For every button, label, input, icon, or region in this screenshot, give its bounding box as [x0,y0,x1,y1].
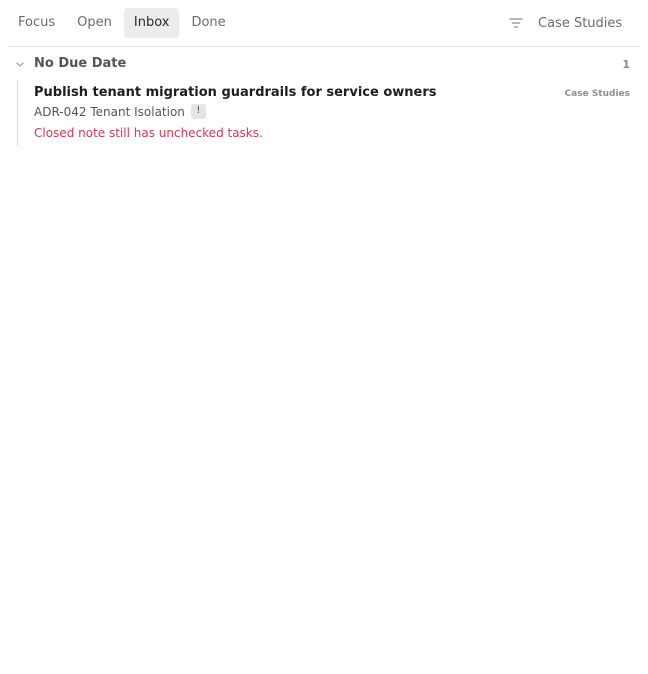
filter-control[interactable]: Case Studies [508,8,640,38]
toolbar: Focus Open Inbox Done Case Studies [8,0,640,47]
tab-focus[interactable]: Focus [8,8,65,38]
tab-bar: Focus Open Inbox Done [8,8,238,38]
chevron-down-icon[interactable] [14,58,26,70]
app-window: Focus Open Inbox Done Case Studies No Du… [0,0,648,674]
tab-open[interactable]: Open [67,8,122,38]
tab-done[interactable]: Done [181,8,235,38]
item-meta: ADR-042 Tenant Isolation ! [34,104,206,119]
tab-inbox[interactable]: Inbox [123,8,180,38]
group-count: 1 [622,58,630,71]
group-header[interactable]: No Due Date 1 [8,54,630,76]
list-item[interactable]: Publish tenant migration guardrails for … [17,81,630,146]
group-title: No Due Date [34,56,127,71]
warning-badge: ! [190,104,206,119]
filter-icon[interactable] [508,15,524,31]
item-warning: Closed note still has unchecked tasks. [34,126,263,140]
item-tag: Case Studies [564,89,630,99]
item-title[interactable]: Publish tenant migration guardrails for … [34,85,437,100]
item-reference: ADR-042 Tenant Isolation [34,104,185,119]
filter-label[interactable]: Case Studies [538,16,640,31]
